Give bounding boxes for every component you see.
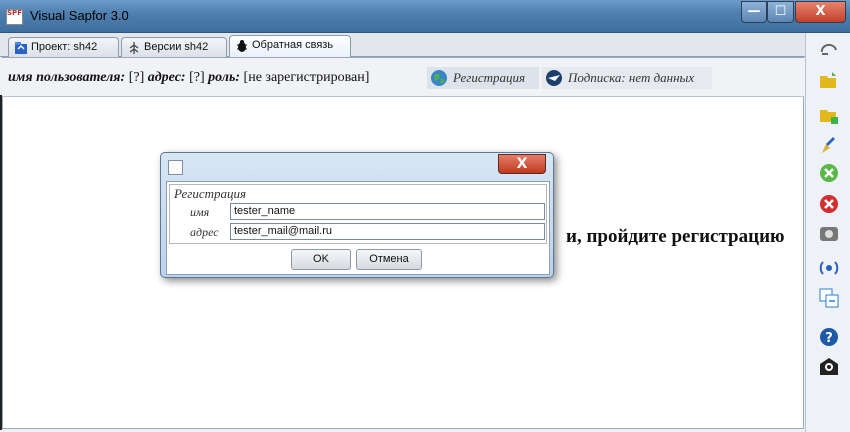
open-folder-icon[interactable] bbox=[819, 71, 839, 91]
project-icon bbox=[15, 42, 27, 54]
tab-label: Версии sh42 bbox=[144, 41, 209, 53]
user-info-line: имя пользователя: [?] адрес: [?] роль: [… bbox=[8, 70, 369, 86]
cancel-button[interactable]: Отмена bbox=[356, 249, 422, 270]
address-value: [?] bbox=[189, 70, 205, 85]
tab-feedback[interactable]: Обратная связь bbox=[229, 35, 351, 58]
subscription-label: Подписка: нет данных bbox=[568, 70, 695, 85]
user-info-bar: имя пользователя: [?] адрес: [?] роль: [… bbox=[2, 58, 804, 97]
clean-brush-icon[interactable] bbox=[819, 135, 839, 155]
registration-prompt-text: и, пройдите регистрацию bbox=[566, 226, 785, 247]
tab-label: Проект: sh42 bbox=[31, 41, 98, 53]
new-folder-icon[interactable] bbox=[819, 105, 839, 125]
camera-icon[interactable] bbox=[819, 224, 839, 244]
registration-label: Регистрация bbox=[453, 70, 526, 85]
registration-link[interactable]: Регистрация bbox=[427, 67, 539, 89]
fieldset-title: Регистрация bbox=[174, 186, 247, 201]
sync-icon[interactable] bbox=[819, 40, 839, 60]
cancel-icon[interactable] bbox=[819, 194, 839, 214]
name-input[interactable]: tester_name bbox=[230, 203, 545, 220]
user-name-label: имя пользователя: bbox=[8, 70, 126, 85]
java-cup-icon bbox=[168, 160, 183, 175]
app-logo-icon: SPF bbox=[6, 9, 23, 25]
name-label: имя bbox=[190, 205, 210, 219]
maximize-button[interactable]: ☐ bbox=[767, 1, 794, 23]
window-title: Visual Sapfor 3.0 bbox=[30, 8, 129, 23]
address-label: адрес: bbox=[147, 70, 186, 85]
role-value: [не зарегистрирован] bbox=[243, 70, 370, 85]
translate-icon[interactable] bbox=[819, 288, 839, 308]
registration-dialog: X Регистрация имя tester_name адрес test… bbox=[160, 152, 554, 278]
address-field-label: адрес bbox=[190, 225, 219, 239]
help-icon[interactable]: ? bbox=[819, 327, 839, 347]
title-bar: SPF Visual Sapfor 3.0 — ☐ X bbox=[0, 0, 850, 33]
tab-strip: Проект: sh42 Версии sh42 Обратная связь bbox=[0, 33, 805, 58]
user-name-value: [?] bbox=[128, 70, 145, 85]
registration-fieldset: Регистрация имя tester_name адрес tester… bbox=[169, 184, 547, 244]
versions-tree-icon bbox=[129, 42, 139, 54]
ok-button[interactable]: OK bbox=[291, 249, 351, 270]
tab-project[interactable]: Проект: sh42 bbox=[8, 37, 119, 58]
confirm-icon[interactable] bbox=[819, 163, 839, 183]
left-edge bbox=[0, 95, 2, 430]
dialog-body: Регистрация имя tester_name адрес tester… bbox=[166, 181, 550, 275]
role-label: роль: bbox=[208, 70, 241, 85]
right-toolbar: ? bbox=[805, 33, 850, 432]
globe-icon bbox=[431, 70, 447, 86]
subscription-icon bbox=[546, 70, 562, 86]
address-input[interactable]: tester_mail@mail.ru bbox=[230, 223, 545, 240]
mail-icon[interactable] bbox=[819, 356, 839, 376]
subscription-link[interactable]: Подписка: нет данных bbox=[542, 67, 712, 89]
minimize-button[interactable]: — bbox=[741, 1, 767, 23]
tab-versions[interactable]: Версии sh42 bbox=[121, 37, 227, 58]
tab-label: Обратная связь bbox=[252, 39, 334, 51]
svg-text:?: ? bbox=[825, 331, 833, 346]
close-button[interactable]: X bbox=[795, 1, 846, 23]
signal-icon[interactable] bbox=[819, 258, 839, 278]
dialog-close-button[interactable]: X bbox=[498, 154, 546, 174]
feedback-bug-icon bbox=[237, 40, 247, 52]
